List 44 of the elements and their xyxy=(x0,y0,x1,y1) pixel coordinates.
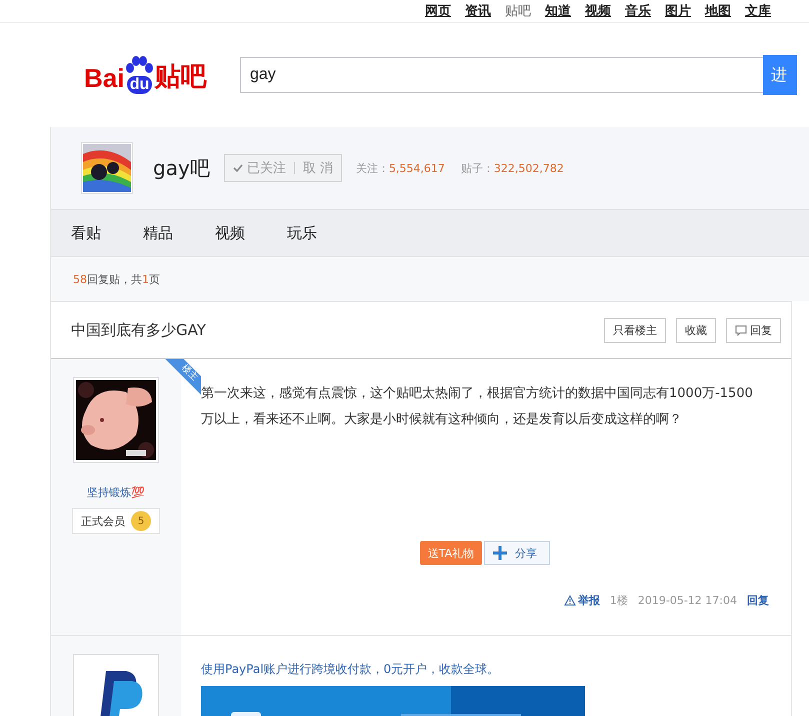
thread-button[interactable]: 回复 xyxy=(726,318,781,342)
nav-link[interactable]: 贴吧 xyxy=(505,2,531,20)
nav-link[interactable]: 知道 xyxy=(545,2,571,20)
ad-link[interactable]: 使用PayPal账户进行跨境收付款，0元开户，收款全球。 xyxy=(201,662,500,676)
nav-link[interactable]: 地图 xyxy=(705,2,731,20)
report-link[interactable]: 举报 xyxy=(564,593,600,608)
thread-button[interactable]: 收藏 xyxy=(676,318,716,342)
forum-tab[interactable]: 玩乐 xyxy=(287,224,317,242)
check-icon xyxy=(232,164,243,172)
thread-title: 中国到底有多少GAY xyxy=(71,320,206,340)
stat-label: 贴子： xyxy=(460,160,494,176)
search-button[interactable]: 进 xyxy=(763,55,797,95)
reply-link[interactable]: 回复 xyxy=(747,593,769,608)
nav-link[interactable]: 文库 xyxy=(745,2,771,20)
warning-icon xyxy=(564,595,576,606)
search-field[interactable]: gay xyxy=(240,57,763,93)
nav-link[interactable]: 网页 xyxy=(425,2,451,20)
logo-text: Bai xyxy=(84,63,124,94)
post-count: 322,502,782 xyxy=(494,162,564,174)
followed-label: 已关注 xyxy=(246,160,286,177)
floor-label: 1楼 xyxy=(610,593,628,608)
share-button[interactable]: 分享 xyxy=(484,541,550,565)
paw-icon xyxy=(124,56,154,76)
nav-link[interactable]: 视频 xyxy=(585,2,611,20)
thread-button[interactable]: 只看楼主 xyxy=(604,318,666,342)
nav-link[interactable]: 音乐 xyxy=(625,2,651,20)
reply-count: 58回复贴，共1页 xyxy=(51,257,809,301)
nav-link[interactable]: 资讯 xyxy=(465,2,491,20)
forum-tab[interactable]: 看贴 xyxy=(71,224,101,242)
stat-label: 关注： xyxy=(356,160,389,176)
comment-icon xyxy=(735,324,747,336)
forum-tab[interactable]: 视频 xyxy=(215,224,245,242)
author-link[interactable]: 坚持锻炼💯 xyxy=(87,485,145,500)
logo-text: du xyxy=(126,76,152,94)
forum-tab[interactable]: 精品 xyxy=(143,224,173,242)
level-badge: 5 xyxy=(131,511,151,531)
forum-name: gay吧 xyxy=(153,154,210,182)
plus-icon xyxy=(493,546,508,560)
post-time: 2019-05-12 17:04 xyxy=(638,594,737,607)
follower-count: 5,554,617 xyxy=(388,162,445,174)
rank-label: 正式会员 xyxy=(81,514,125,528)
nav-link[interactable]: 图片 xyxy=(665,2,691,20)
post-text: 第一次来这，感觉有点震惊，这个贴吧太热闹了，根据官方统计的数据中国同志有1000万-1500万以上，看来还不止啊。大家是小时候就有这种倾向，还是发育以后变成这样的啊？ xyxy=(201,385,754,429)
logo-text: 贴吧 xyxy=(154,60,206,93)
